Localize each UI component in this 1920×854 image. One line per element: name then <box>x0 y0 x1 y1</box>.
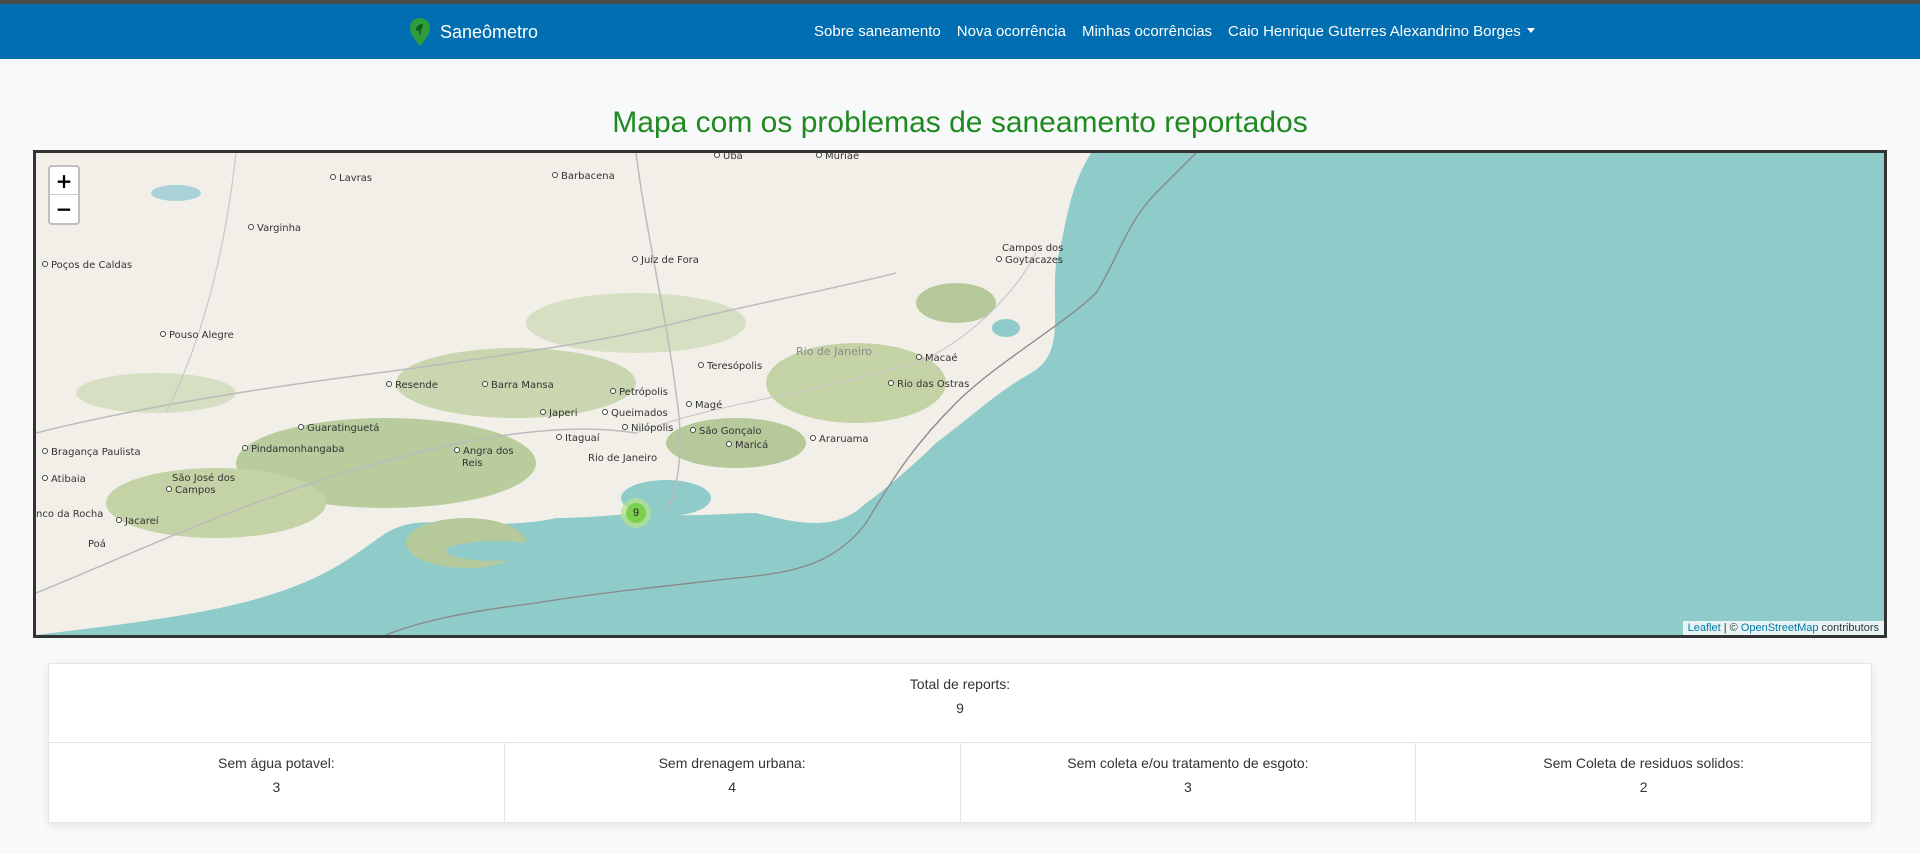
map-label-city: Campos dos <box>1002 243 1064 254</box>
location-pin-icon <box>410 18 430 46</box>
map-label-city: nco da Rocha <box>36 509 104 520</box>
leaflet-link[interactable]: Leaflet <box>1688 622 1721 634</box>
map-label-city: Angra dos <box>454 446 514 457</box>
brand-link[interactable]: Saneômetro <box>408 18 538 46</box>
map-label-city: Guaratinguetá <box>298 423 379 434</box>
map-label-city: Itaguaí <box>556 433 600 444</box>
stat-label: Sem água potavel: <box>218 755 335 771</box>
zoom-in-button[interactable]: + <box>50 167 78 195</box>
map-label-city: Araruama <box>810 434 869 445</box>
stat-value: 3 <box>1183 779 1192 795</box>
openstreetmap-link[interactable]: OpenStreetMap <box>1741 622 1819 634</box>
map-label-city: Macaé <box>916 353 958 364</box>
nav-link-sobre-saneamento[interactable]: Sobre saneamento <box>806 21 949 43</box>
stat-label: Sem drenagem urbana: <box>658 755 806 771</box>
stat-label: Sem Coleta de residuos solidos: <box>1543 755 1745 771</box>
nav-link-nova-ocorrencia[interactable]: Nova ocorrência <box>949 21 1074 43</box>
map-label-city: Campos <box>166 485 216 496</box>
user-menu-dropdown[interactable]: Caio Henrique Guterres Alexandrino Borge… <box>1220 21 1543 43</box>
stat-value: 2 <box>1639 779 1648 795</box>
stat-sem-coleta-esgoto: Sem coleta e/ou tratamento de esgoto: 3 <box>961 743 1417 822</box>
map-label-region: Rio de Janeiro <box>796 345 872 358</box>
map-attribution: Leaflet | © OpenStreetMap contributors <box>1682 621 1884 635</box>
map-label-city: Bragança Paulista <box>42 447 141 458</box>
stat-label: Sem coleta e/ou tratamento de esgoto: <box>1067 755 1309 771</box>
stat-value: 4 <box>728 779 737 795</box>
stat-sem-agua-potavel: Sem água potavel: 3 <box>49 743 505 822</box>
brand-name: Saneômetro <box>440 21 539 42</box>
map-label-city: Teresópolis <box>698 361 762 372</box>
map-label-city: Lavras <box>330 173 372 184</box>
map-label-city: Jacareí <box>116 516 159 527</box>
category-stats-row: Sem água potavel: 3 Sem drenagem urbana:… <box>49 743 1871 822</box>
user-name: Caio Henrique Guterres Alexandrino Borge… <box>1228 23 1521 40</box>
attribution-suffix: contributors <box>1818 622 1879 634</box>
map-label-city: Maricá <box>726 440 768 451</box>
navbar: Saneômetro Sobre saneamento Nova ocorrên… <box>0 4 1920 59</box>
map-label-city: Resende <box>386 380 438 391</box>
map-label-city: Ubá <box>714 153 743 162</box>
stat-sem-coleta-residuos: Sem Coleta de residuos solidos: 2 <box>1416 743 1871 822</box>
map-label-city: Nilópolis <box>622 423 673 434</box>
map-label-city: Juiz de Fora <box>632 255 699 266</box>
stats-panel: Total de reports: 9 Sem água potavel: 3 … <box>48 663 1872 823</box>
map-label-city: Pindamonhangaba <box>242 444 344 455</box>
attribution-separator: | © <box>1720 622 1741 634</box>
map-label-city: Petrópolis <box>610 387 668 398</box>
map-label-city: Rio de Janeiro <box>588 453 658 464</box>
nav-link-minhas-ocorrencias[interactable]: Minhas ocorrências <box>1074 21 1220 43</box>
zoom-out-button[interactable]: − <box>50 195 78 223</box>
map-label-city: Magé <box>686 400 722 411</box>
map-label-city: Muriaé <box>816 153 859 162</box>
total-reports-label: Total de reports: <box>909 676 1011 692</box>
map-label-city: Japeri <box>540 408 577 419</box>
map-label-city: Atibaia <box>42 474 86 485</box>
map-label-city: Varginha <box>248 223 301 234</box>
stat-value: 3 <box>272 779 281 795</box>
map-label-city: Poá <box>88 539 106 550</box>
map-label-city: Reis <box>462 458 483 469</box>
total-reports: Total de reports: 9 <box>49 664 1871 743</box>
zoom-control: + − <box>48 165 80 225</box>
map-container[interactable]: + − Rio de Janeiro Ubá Muriaé Lavras Bar… <box>33 150 1887 638</box>
map-label-city: Barbacena <box>552 171 615 182</box>
map-label-city: Goytacazes <box>996 255 1063 266</box>
map-label-city: Poços de Caldas <box>42 260 132 271</box>
caret-down-icon <box>1526 28 1535 33</box>
map-label-city: Queimados <box>602 408 668 419</box>
map-label-city: Pouso Alegre <box>160 330 234 341</box>
main-nav: Sobre saneamento Nova ocorrência Minhas … <box>806 21 1543 43</box>
total-reports-value: 9 <box>956 700 964 716</box>
map-label-city: São José dos <box>172 473 236 484</box>
map-label-city: São Gonçalo <box>690 426 762 437</box>
report-cluster-marker[interactable]: 9 <box>621 498 651 528</box>
stat-sem-drenagem-urbana: Sem drenagem urbana: 4 <box>505 743 961 822</box>
map-label-city: Rio das Ostras <box>888 379 969 390</box>
map-label-city: Barra Mansa <box>482 380 554 391</box>
map-tiles[interactable] <box>36 153 1884 635</box>
cluster-count: 9 <box>626 503 646 523</box>
page-title: Mapa com os problemas de saneamento repo… <box>612 106 1308 139</box>
